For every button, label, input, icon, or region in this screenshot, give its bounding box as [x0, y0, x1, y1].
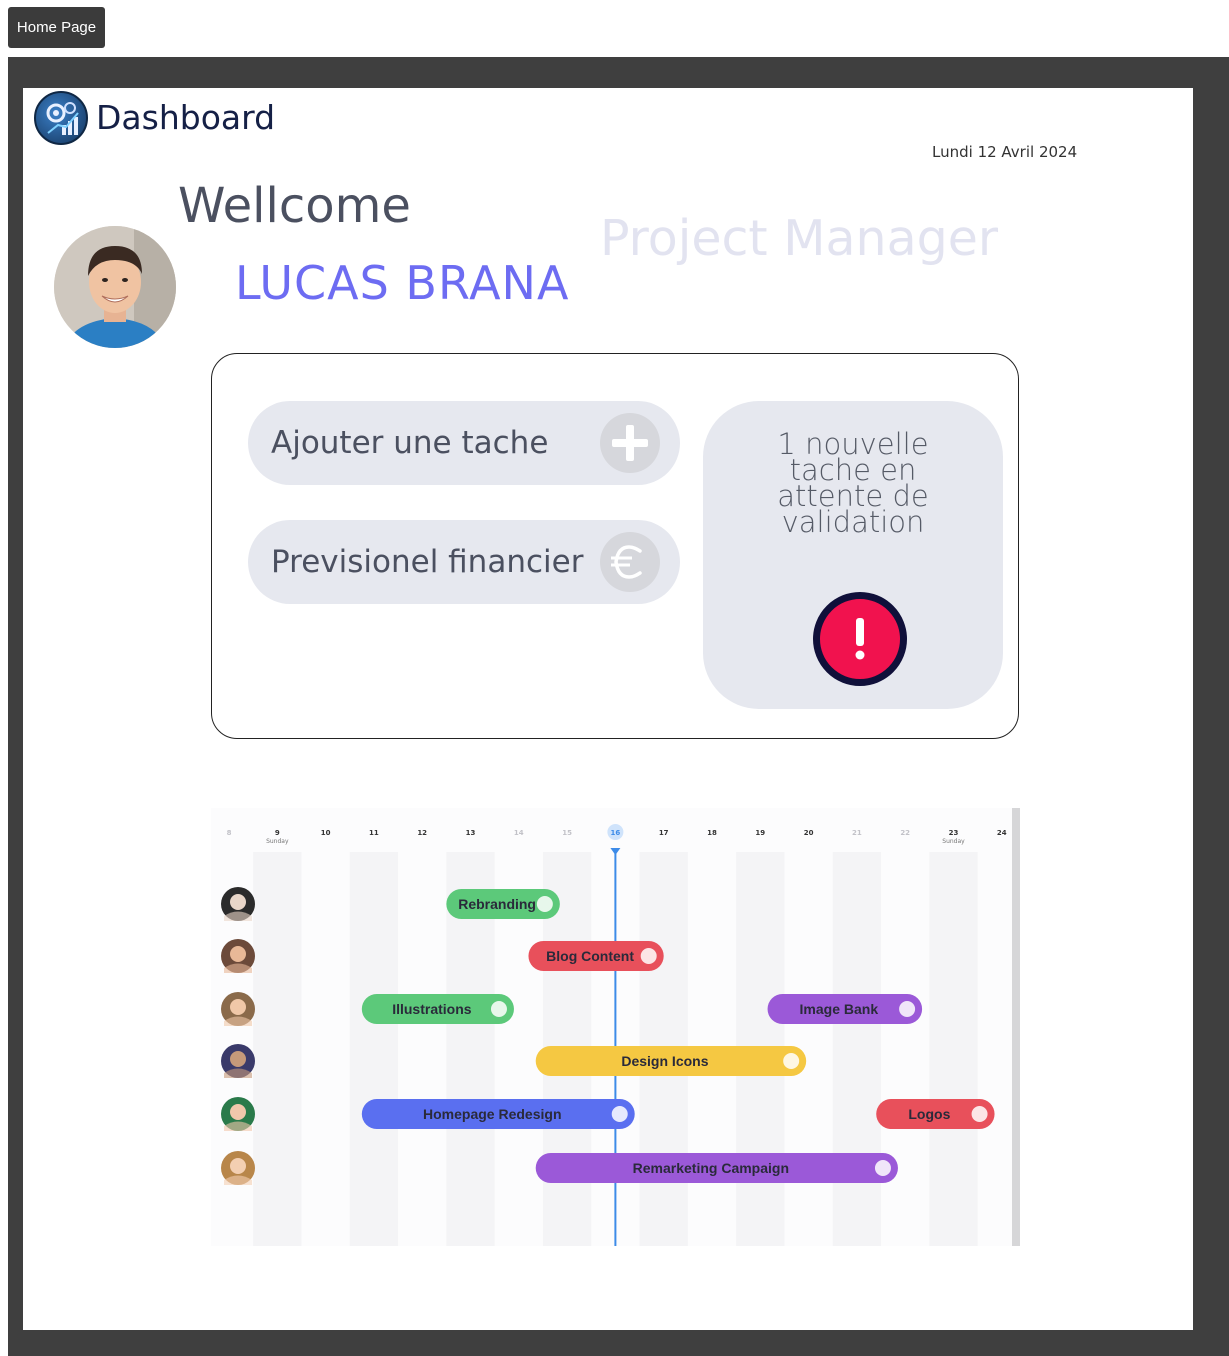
- gantt-day-label: 9: [275, 829, 280, 837]
- gantt-day-label: 13: [466, 829, 476, 837]
- home-page-button[interactable]: Home Page: [8, 7, 105, 48]
- task-handle-icon[interactable]: [874, 1160, 891, 1176]
- pending-validation-text: 1 nouvelle tache en attente de validatio…: [703, 430, 1003, 539]
- gantt-day-label: 14: [514, 829, 524, 837]
- today-pointer-icon: [610, 848, 621, 855]
- financial-forecast-button[interactable]: Previsionel financier: [248, 520, 680, 604]
- gantt-column-shade: [832, 852, 882, 1246]
- task-bar-label: Homepage Redesign: [423, 1106, 561, 1122]
- assignee-avatar-face: [230, 1104, 246, 1120]
- assignee-avatar-face: [230, 999, 246, 1015]
- assignee-avatar-face: [230, 894, 246, 910]
- gantt-day-label: 20: [804, 829, 814, 837]
- task-bar-label: Design Icons: [621, 1053, 708, 1069]
- gantt-day-label: 10: [321, 829, 331, 837]
- avatar: [54, 226, 176, 348]
- alert-icon[interactable]: [813, 592, 907, 686]
- assignee-avatar-face: [230, 1051, 246, 1067]
- gantt-timeline: 8 9 Sunday 10 11 12 13 14 15 16 17 18 19 20 21 22 23 Sund…: [211, 808, 1020, 1246]
- euro-icon: [600, 532, 660, 592]
- task-handle-icon[interactable]: [640, 948, 657, 964]
- gantt-day-label: 15: [562, 829, 572, 837]
- task-bar-label: Image Bank: [800, 1001, 879, 1017]
- task-handle-icon[interactable]: [899, 1001, 916, 1017]
- gantt-day-label: 22: [900, 829, 910, 837]
- task-handle-icon[interactable]: [783, 1053, 800, 1069]
- gantt-day-label: 19: [755, 829, 765, 837]
- gantt-column-shade: [349, 852, 399, 1246]
- user-name: LUCAS BRANA: [235, 256, 570, 310]
- gantt-day-label: 11: [369, 829, 379, 837]
- app-title: Dashboard: [96, 98, 276, 137]
- task-bar-label: Logos: [908, 1106, 950, 1122]
- gantt-day-label: 24: [997, 829, 1007, 837]
- task-bar-label: Illustrations: [392, 1001, 472, 1017]
- task-bar-label: Remarketing Campaign: [633, 1160, 789, 1176]
- gantt-day-label: 17: [659, 829, 669, 837]
- plus-icon: [600, 413, 660, 473]
- add-task-label: Ajouter une tache: [271, 425, 549, 461]
- gantt-chart: 8 9Sunday10 11 12 13 14 15 16 17 18 19 20 21 22 23Sund…: [221, 808, 1020, 1246]
- gantt-day-label: 21: [852, 829, 862, 837]
- financial-forecast-label: Previsionel financier: [271, 544, 584, 580]
- task-handle-icon[interactable]: [971, 1106, 988, 1122]
- gantt-column-shade: [253, 852, 302, 1246]
- task-bar-label: Blog Content: [546, 948, 634, 964]
- task-bar-label: Rebranding: [458, 896, 536, 912]
- current-date: Lundi 12 Avril 2024: [932, 143, 1078, 161]
- gantt-column-shade: [929, 852, 978, 1246]
- welcome-heading: Wellcome: [178, 178, 411, 234]
- task-handle-icon[interactable]: [611, 1106, 628, 1122]
- gantt-scrollbar[interactable]: [1012, 808, 1020, 1246]
- gantt-day-label: 8: [227, 829, 232, 837]
- gantt-day-sublabel: Sunday: [942, 838, 965, 845]
- task-handle-icon[interactable]: [490, 1001, 507, 1017]
- gantt-day-label: 23: [949, 829, 959, 837]
- assignee-avatar-face: [230, 1158, 246, 1174]
- assignee-avatar-face: [230, 946, 246, 962]
- dashboard-logo-icon: [34, 91, 88, 145]
- gantt-day-sublabel: Sunday: [266, 838, 289, 845]
- user-role: Project Manager: [600, 210, 999, 267]
- gantt-day-label: 16: [611, 829, 621, 837]
- gantt-day-label: 12: [417, 829, 427, 837]
- add-task-button[interactable]: Ajouter une tache: [248, 401, 680, 485]
- pending-line-4: validation: [781, 505, 925, 539]
- gantt-day-label: 18: [707, 829, 717, 837]
- task-handle-icon[interactable]: [536, 896, 553, 912]
